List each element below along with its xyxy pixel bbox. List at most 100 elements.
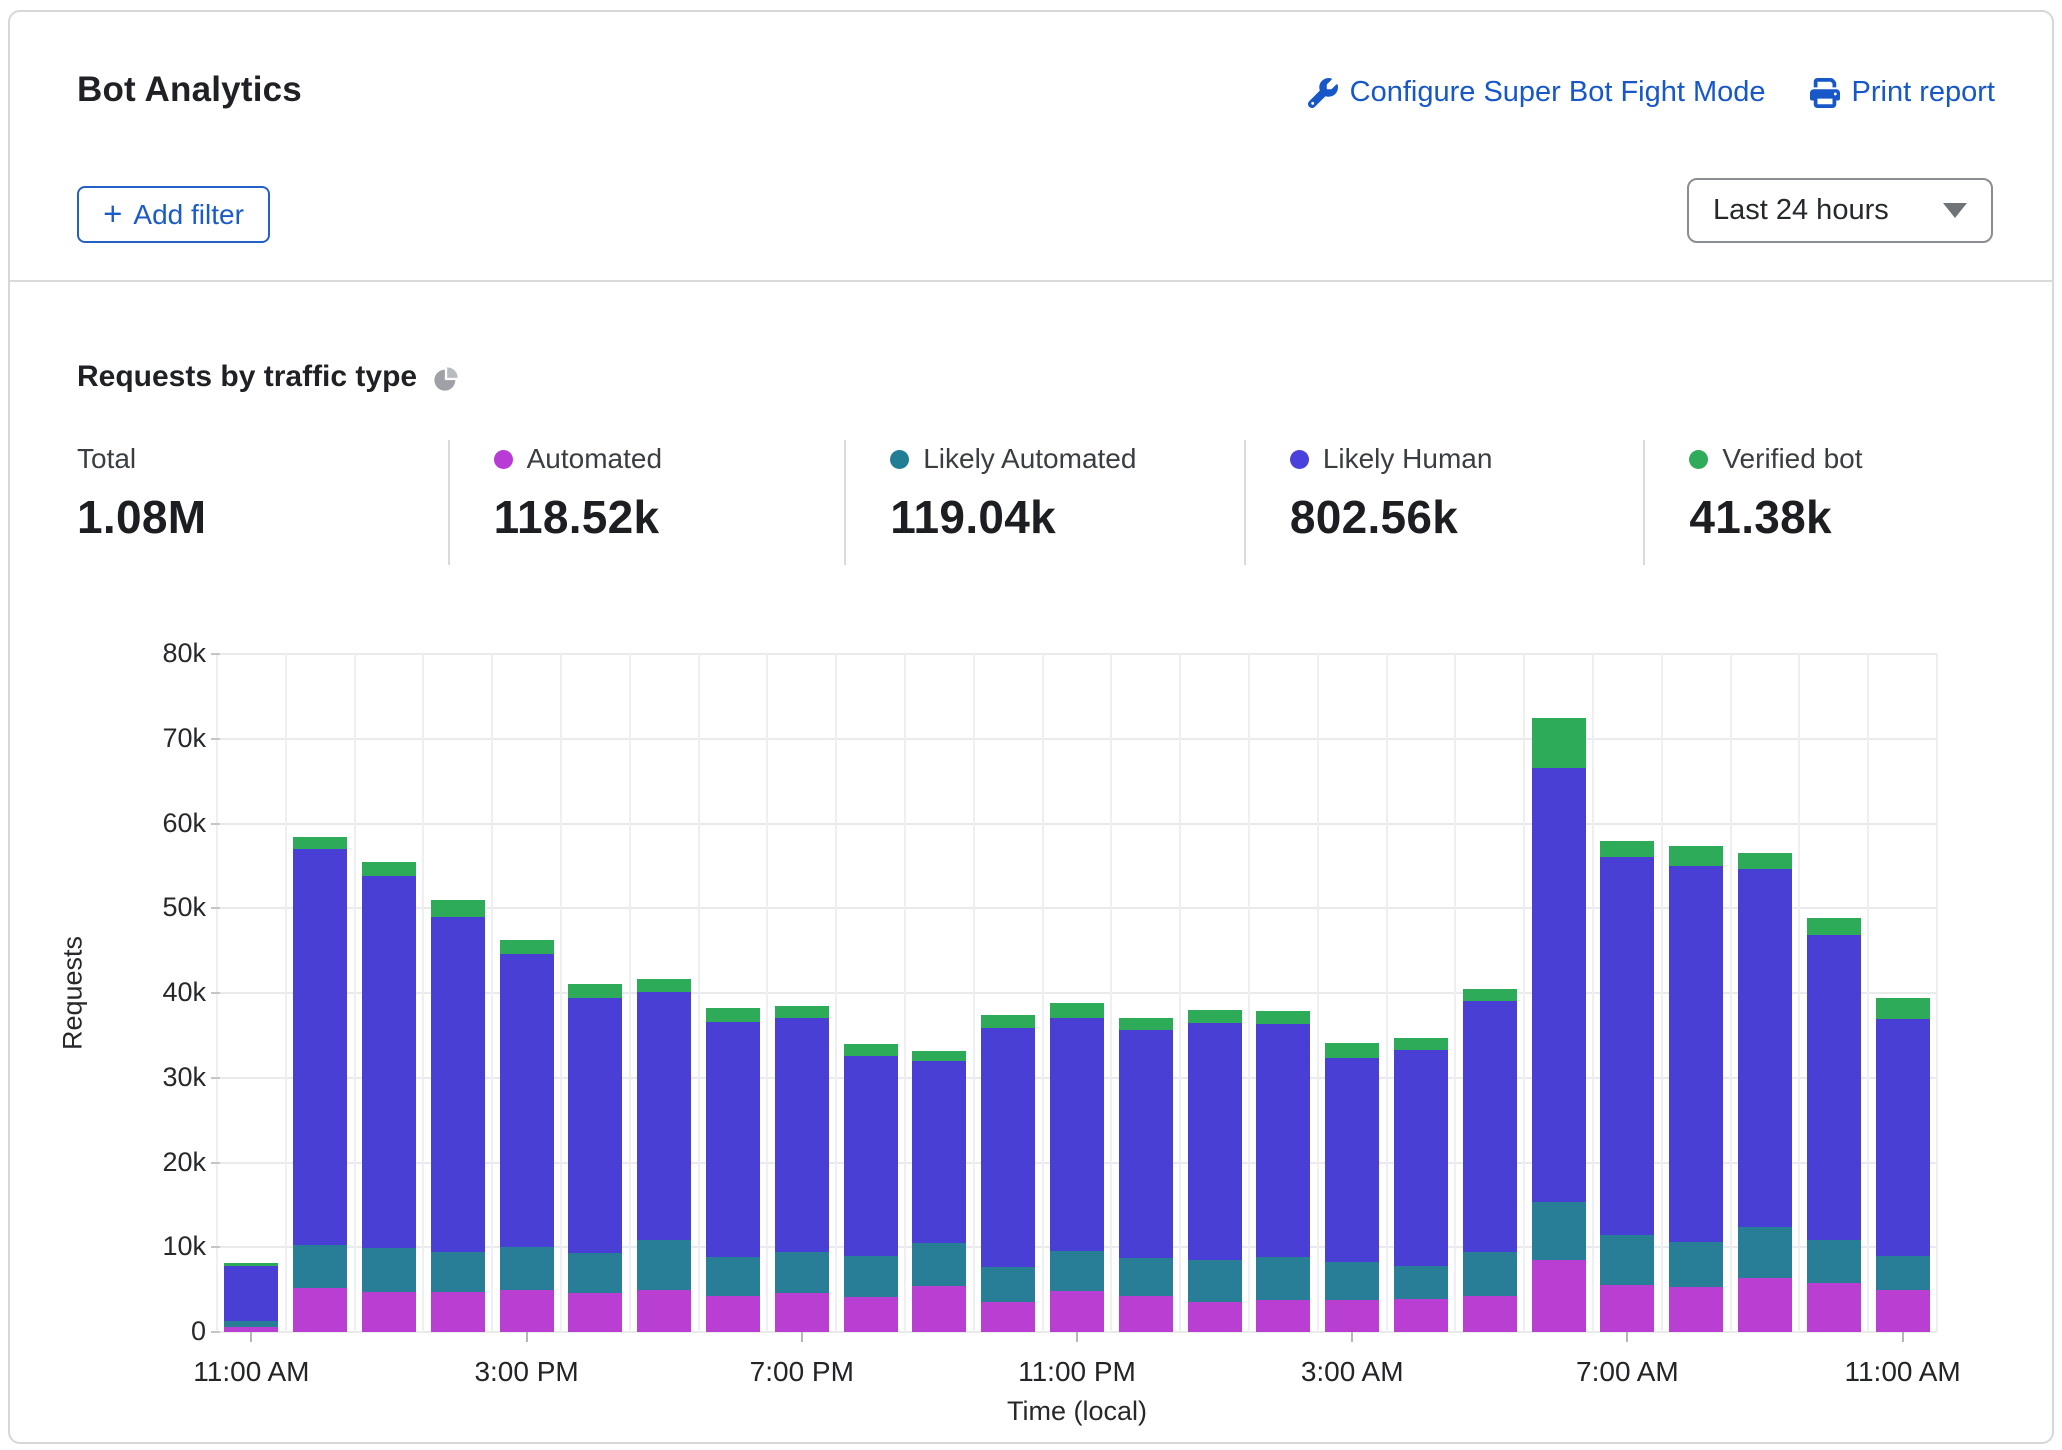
- gridline-vertical: [1523, 654, 1526, 1332]
- stacked-bar-3-00-pm: [499, 654, 554, 1332]
- bar-segment-automated: [706, 1296, 760, 1332]
- y-tick-mark: [211, 1161, 220, 1164]
- bar-segment-likely-human: [1531, 768, 1586, 1203]
- gridline-vertical: [766, 654, 769, 1332]
- bar-segment-likely-human: [362, 876, 416, 1249]
- bar-segment-likely-human: [1738, 869, 1792, 1227]
- y-tick-label: 0: [190, 1316, 206, 1346]
- bar-segment-automated: [1256, 1299, 1311, 1332]
- bar-segment-likely-human: [1325, 1058, 1380, 1262]
- bar-segment-likely-human: [1600, 857, 1655, 1235]
- bar-segment-automated: [1738, 1277, 1792, 1332]
- stacked-bar-1-00-am: [1187, 654, 1242, 1332]
- y-tick-label: 10k: [162, 1231, 206, 1262]
- bar-segment-verified-bot: [430, 899, 485, 917]
- bar-segment-likely-human: [1050, 1018, 1104, 1251]
- bar-segment-likely-automated: [1600, 1234, 1655, 1286]
- bar-segment-likely-human: [1187, 1022, 1242, 1260]
- x-tick-label: 7:00 AM: [1576, 1356, 1679, 1387]
- bar-segment-automated: [1875, 1290, 1930, 1332]
- bar-segment-likely-automated: [1256, 1257, 1311, 1300]
- bar-segment-likely-automated: [1531, 1202, 1586, 1260]
- bar-segment-verified-bot: [1669, 845, 1724, 866]
- bar-segment-verified-bot: [1738, 853, 1792, 870]
- y-tick-mark: [211, 1331, 220, 1333]
- y-tick-mark: [211, 1246, 220, 1249]
- bar-segment-likely-human: [430, 916, 485, 1252]
- stacked-bar-4-00-am: [1394, 654, 1448, 1332]
- stacked-bar-6-00-am: [1531, 654, 1586, 1332]
- stacked-bar-6-00-pm: [706, 654, 760, 1332]
- bot-analytics-card: Bot Analytics Configure Super Bot Fight …: [8, 10, 2054, 1444]
- gridline-vertical: [560, 654, 562, 1332]
- y-tick-mark: [211, 992, 220, 994]
- stacked-bar-1-00-pm: [362, 654, 416, 1332]
- x-tick-label: 3:00 AM: [1300, 1356, 1404, 1387]
- bar-segment-automated: [1118, 1296, 1173, 1332]
- bar-segment-likely-automated: [706, 1256, 760, 1297]
- stacked-bar-2-00-pm: [430, 654, 485, 1332]
- x-tick-mark: [525, 1332, 528, 1342]
- bar-segment-likely-human: [568, 998, 623, 1254]
- bar-segment-likely-automated: [774, 1252, 829, 1294]
- bar-segment-verified-bot: [293, 837, 348, 849]
- y-tick-mark: [211, 907, 220, 910]
- y-tick-label: 60k: [162, 807, 206, 838]
- requests-chart: Requests 11:00 AM 3:00 PM 7:00 PM 11:00 PM 3…: [10, 12, 2052, 1442]
- bar-segment-likely-automated: [1050, 1250, 1104, 1292]
- bar-segment-verified-bot: [1806, 917, 1861, 936]
- y-tick-label: 20k: [162, 1146, 206, 1177]
- stacked-bar-3-00-am: [1325, 654, 1380, 1332]
- plot-area: 11:00 AM 3:00 PM 7:00 PM 11:00 PM 3:00 AM 7:0…: [193, 653, 1961, 1387]
- bar-segment-likely-automated: [1738, 1226, 1792, 1278]
- stacked-bar-7-00-pm: [774, 654, 829, 1332]
- x-tick-label: 11:00 AM: [1844, 1356, 1961, 1387]
- bar-segment-likely-automated: [1325, 1261, 1380, 1300]
- bar-segment-likely-automated: [499, 1247, 554, 1291]
- bar-segment-likely-human: [981, 1027, 1036, 1267]
- gridline-vertical: [353, 654, 356, 1332]
- bar-segment-verified-bot: [1256, 1010, 1311, 1024]
- bot-analytics-page: Bot Analytics Configure Super Bot Fight …: [0, 0, 2062, 1450]
- x-axis-title: Time (local): [1006, 1396, 1148, 1426]
- stacked-bar-9-00-pm: [912, 654, 967, 1332]
- stacked-bar-7-00-am: [1600, 654, 1655, 1332]
- bar-segment-verified-bot: [981, 1015, 1036, 1028]
- stacked-bar-8-00-am: [1669, 654, 1724, 1332]
- bar-segment-automated: [568, 1293, 623, 1332]
- x-tick-mark: [1076, 1332, 1078, 1342]
- bar-segment-verified-bot: [706, 1008, 760, 1022]
- bar-segment-likely-automated: [1669, 1242, 1724, 1288]
- bar-segment-verified-bot: [362, 861, 416, 877]
- gridline-vertical: [1454, 654, 1457, 1332]
- gridline-vertical: [1248, 654, 1250, 1332]
- bar-segment-verified-bot: [1462, 988, 1517, 1001]
- bar-segment-automated: [774, 1293, 829, 1332]
- gridline-vertical: [1041, 654, 1044, 1332]
- bar-segment-verified-bot: [1118, 1017, 1173, 1031]
- gridline-vertical: [904, 654, 906, 1332]
- y-tick-label: 50k: [162, 892, 206, 923]
- y-tick-mark: [211, 822, 220, 825]
- bar-segment-automated: [912, 1286, 967, 1332]
- bar-segment-likely-human: [706, 1021, 760, 1257]
- bar-segment-likely-automated: [1394, 1265, 1448, 1299]
- bar-segment-likely-human: [1669, 865, 1724, 1243]
- gridline-vertical: [1867, 654, 1870, 1332]
- bar-segment-automated: [1050, 1291, 1104, 1332]
- bar-segment-likely-human: [1806, 935, 1861, 1240]
- bar-segment-automated: [430, 1292, 485, 1332]
- gridline-vertical: [422, 654, 425, 1332]
- bar-segment-likely-human: [293, 848, 348, 1245]
- stacked-bar-9-00-am: [1738, 654, 1792, 1332]
- bar-segment-likely-automated: [293, 1244, 348, 1288]
- y-tick-label: 80k: [162, 638, 206, 668]
- stacked-bar-8-00-pm: [843, 654, 898, 1332]
- bar-segment-likely-human: [912, 1060, 967, 1244]
- y-tick-label: 30k: [162, 1061, 206, 1092]
- bar-segment-verified-bot: [1050, 1003, 1104, 1019]
- y-tick-mark: [211, 1076, 220, 1079]
- x-tick-label: 11:00 PM: [1018, 1356, 1136, 1387]
- bar-segment-likely-automated: [843, 1255, 898, 1298]
- bar-segment-automated: [637, 1290, 692, 1332]
